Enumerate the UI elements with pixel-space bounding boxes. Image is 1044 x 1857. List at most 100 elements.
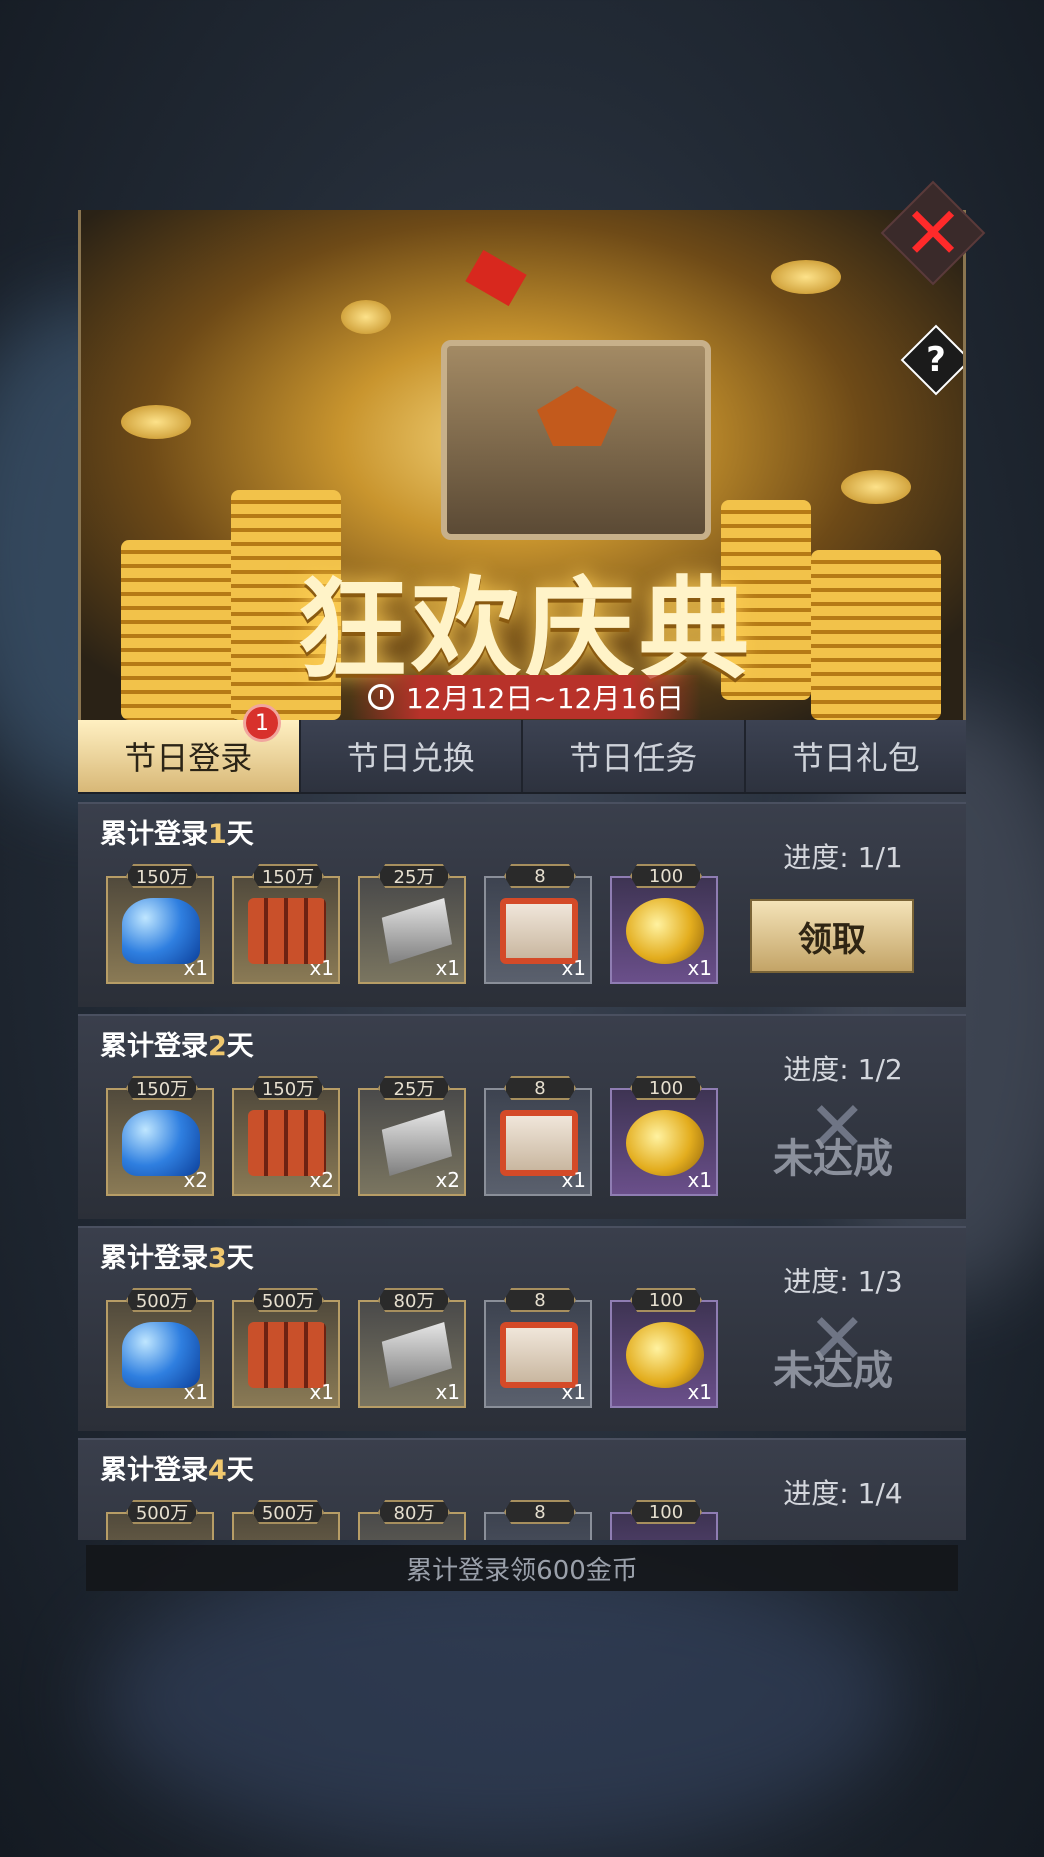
tab-festival-exchange[interactable]: 节日兑换	[301, 720, 523, 792]
progress-text: 进度: 1/1	[783, 841, 903, 874]
tab-festival-tasks[interactable]: 节日任务	[523, 720, 746, 792]
item-amount: 150万	[126, 1076, 198, 1100]
footer-hint: 累计登录领600金币	[86, 1545, 958, 1591]
ticket-icon	[500, 1110, 578, 1176]
item-amount: 500万	[252, 1500, 324, 1524]
progress-text: 进度: 1/2	[783, 1053, 903, 1086]
item-multiplier: x2	[435, 1168, 460, 1192]
login-reward-list[interactable]: 累计登录1天 150万 x1 150万 x1 25万 x1 8 x1 100 x…	[78, 802, 966, 1540]
reward-row-day-3: 累计登录3天 500万 x1 500万 x1 80万 x1 8 x1 100 x…	[78, 1226, 966, 1431]
reward-item-oil[interactable]: 150万 x1	[232, 864, 340, 984]
reward-item-oil[interactable]: 500万	[232, 1500, 340, 1540]
item-multiplier: x1	[309, 956, 334, 980]
close-icon: ✕	[902, 191, 964, 275]
item-amount: 8	[504, 864, 576, 888]
steel-bar-icon	[381, 1110, 452, 1176]
progress-text: 进度: 1/3	[783, 1265, 903, 1298]
item-amount: 25万	[378, 864, 450, 888]
clock-icon	[368, 684, 394, 710]
ticket-icon	[500, 898, 578, 964]
oil-barrel-icon	[248, 1110, 326, 1176]
reward-item-ticket[interactable]: 8 x1	[484, 864, 592, 984]
row-title: 累计登录1天	[100, 819, 254, 850]
item-amount: 100	[630, 1500, 702, 1524]
item-amount: 500万	[126, 1500, 198, 1524]
ticket-icon	[500, 1322, 578, 1388]
gem-icon	[122, 1110, 200, 1176]
gem-icon	[122, 1322, 200, 1388]
item-amount: 8	[504, 1500, 576, 1524]
notification-badge: 1	[243, 704, 281, 742]
item-amount: 80万	[378, 1500, 450, 1524]
status-text: 未达成	[773, 1348, 893, 1394]
reward-item-oil[interactable]: 150万 x2	[232, 1076, 340, 1196]
item-amount: 150万	[126, 864, 198, 888]
item-multiplier: x1	[183, 1380, 208, 1404]
reward-item-steel[interactable]: 80万 x1	[358, 1288, 466, 1408]
not-reached-status: ✕ 未达成	[738, 1298, 928, 1408]
item-amount: 25万	[378, 1076, 450, 1100]
not-reached-status: ✕ 未达成	[738, 1086, 928, 1196]
reward-item-oil[interactable]: 500万 x1	[232, 1288, 340, 1408]
item-amount: 8	[504, 1076, 576, 1100]
reward-item-gold-coins[interactable]: 100 x1	[610, 1288, 718, 1408]
gold-coin-icon	[626, 898, 704, 964]
item-amount: 150万	[252, 864, 324, 888]
tab-label: 节日礼包	[791, 739, 920, 777]
date-range-text: 12月12日~12月16日	[406, 682, 684, 715]
item-multiplier: x1	[183, 956, 208, 980]
item-multiplier: x2	[309, 1168, 334, 1192]
tab-festival-login[interactable]: 节日登录 1	[78, 704, 301, 792]
reward-item-ticket[interactable]: 8	[484, 1500, 592, 1540]
item-amount: 150万	[252, 1076, 324, 1100]
item-multiplier: x1	[687, 1168, 712, 1192]
reward-item-steel[interactable]: 80万	[358, 1500, 466, 1540]
reward-item-gems[interactable]: 500万	[106, 1500, 214, 1540]
item-amount: 80万	[378, 1288, 450, 1312]
tab-label: 节日兑换	[346, 739, 475, 777]
item-multiplier: x1	[309, 1380, 334, 1404]
gem-icon	[122, 898, 200, 964]
steel-bar-icon	[381, 898, 452, 964]
reward-item-steel[interactable]: 25万 x2	[358, 1076, 466, 1196]
tab-festival-gift-pack[interactable]: 节日礼包	[746, 720, 967, 792]
item-amount: 100	[630, 1288, 702, 1312]
reward-item-gold-coins[interactable]: 100 x1	[610, 864, 718, 984]
gold-coin-icon	[626, 1322, 704, 1388]
help-button[interactable]: ?	[900, 324, 963, 396]
reward-row-day-2: 累计登录2天 150万 x2 150万 x2 25万 x2 8 x1 100 x…	[78, 1014, 966, 1219]
close-button[interactable]: ✕	[880, 180, 986, 286]
reward-row-day-1: 累计登录1天 150万 x1 150万 x1 25万 x1 8 x1 100 x…	[78, 802, 966, 1007]
item-amount: 100	[630, 864, 702, 888]
gold-coin-icon	[626, 1110, 704, 1176]
event-banner: 狂欢庆典 12月12日~12月16日 ?	[78, 210, 966, 720]
item-multiplier: x1	[561, 1380, 586, 1404]
claim-button[interactable]: 领取	[750, 899, 914, 973]
item-multiplier: x1	[435, 1380, 460, 1404]
reward-item-gold-coins[interactable]: 100 x1	[610, 1076, 718, 1196]
row-title: 累计登录3天	[100, 1243, 254, 1274]
item-multiplier: x1	[435, 956, 460, 980]
reward-item-ticket[interactable]: 8 x1	[484, 1288, 592, 1408]
oil-barrel-icon	[248, 1322, 326, 1388]
tab-label: 节日登录	[124, 739, 253, 777]
oil-barrel-icon	[248, 898, 326, 964]
tab-label: 节日任务	[569, 739, 698, 777]
question-icon: ?	[926, 340, 946, 380]
reward-item-steel[interactable]: 25万 x1	[358, 864, 466, 984]
treasure-chest-image	[441, 340, 711, 540]
reward-item-gems[interactable]: 500万 x1	[106, 1288, 214, 1408]
progress-text: 进度: 1/4	[783, 1477, 903, 1510]
item-amount: 100	[630, 1076, 702, 1100]
item-multiplier: x1	[687, 956, 712, 980]
reward-item-gems[interactable]: 150万 x2	[106, 1076, 214, 1196]
reward-item-gems[interactable]: 150万 x1	[106, 864, 214, 984]
item-amount: 500万	[126, 1288, 198, 1312]
reward-item-ticket[interactable]: 8 x1	[484, 1076, 592, 1196]
item-amount: 500万	[252, 1288, 324, 1312]
item-multiplier: x1	[561, 1168, 586, 1192]
item-multiplier: x1	[561, 956, 586, 980]
reward-item-gold-coins[interactable]: 100	[610, 1500, 718, 1540]
row-title: 累计登录2天	[100, 1031, 254, 1062]
reward-row-day-4: 累计登录4天 500万 500万 80万 8 100 进度: 1/4	[78, 1438, 966, 1540]
